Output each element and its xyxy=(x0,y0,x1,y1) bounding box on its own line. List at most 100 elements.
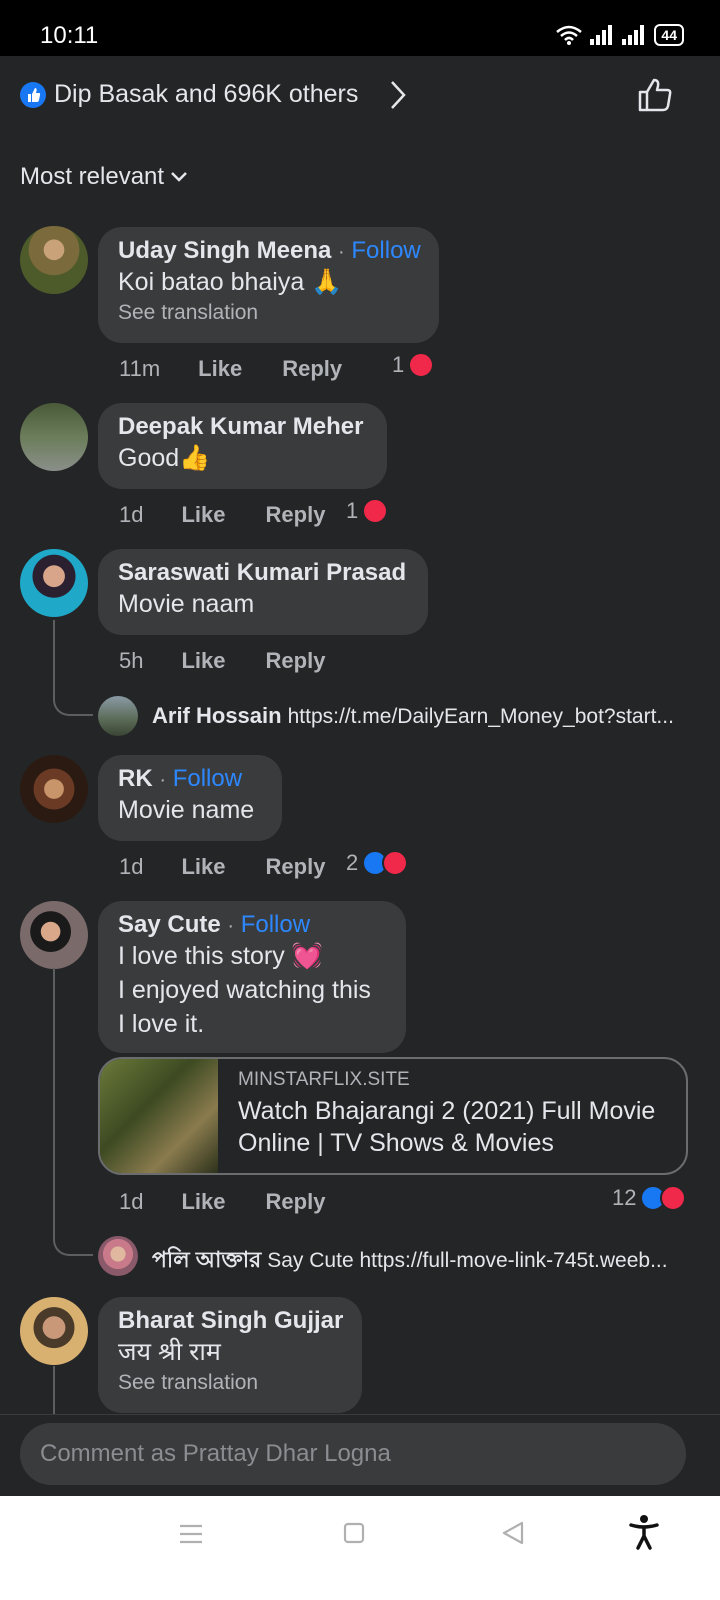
system-nav-bar xyxy=(0,1496,720,1600)
follow-button[interactable]: Follow xyxy=(351,237,420,264)
comment-input[interactable]: Comment as Prattay Dhar Logna xyxy=(20,1423,686,1485)
comment-author[interactable]: Uday Singh Meena xyxy=(118,237,331,264)
reply-text: https://t.me/DailyEarn_Money_bot?start..… xyxy=(287,705,674,728)
reaction-count[interactable]: 12 xyxy=(612,1185,687,1211)
like-button[interactable]: Like xyxy=(198,356,242,382)
comment-text: Movie name xyxy=(118,796,255,824)
like-button[interactable]: Like xyxy=(181,648,225,674)
comment-text-line: I love this story 💓 xyxy=(118,942,323,970)
reply-button[interactable]: Reply xyxy=(266,1189,326,1215)
reaction-count-number: 12 xyxy=(612,1185,637,1210)
reaction-count[interactable]: 1 xyxy=(346,498,389,524)
avatar[interactable] xyxy=(20,755,88,823)
reply-preview[interactable]: Arif Hossain https://t.me/DailyEarn_Money… xyxy=(152,703,687,729)
thread-connector xyxy=(53,696,93,716)
like-button-icon[interactable] xyxy=(636,76,674,114)
comment-bubble[interactable]: RK · Follow Movie name xyxy=(98,755,282,841)
comment-composer-bar: Comment as Prattay Dhar Logna xyxy=(0,1414,720,1496)
avatar[interactable] xyxy=(20,1297,88,1365)
link-thumbnail xyxy=(100,1059,218,1173)
separator-dot: · xyxy=(159,769,167,791)
reply-button[interactable]: Reply xyxy=(266,854,326,880)
comment-timestamp: 1d xyxy=(119,854,144,879)
link-preview-card[interactable]: MINSTARFLIX.SITE Watch Bhajarangi 2 (202… xyxy=(98,1057,688,1175)
like-reaction-icon xyxy=(20,82,46,108)
reaction-count-number: 1 xyxy=(392,352,405,377)
reaction-count-number: 1 xyxy=(346,498,359,523)
link-domain: MINSTARFLIX.SITE xyxy=(238,1069,410,1090)
avatar[interactable] xyxy=(20,549,88,617)
chevron-down-icon xyxy=(171,172,187,182)
status-icons: 44 xyxy=(556,24,684,46)
avatar[interactable] xyxy=(20,226,88,294)
comment-timestamp: 11m xyxy=(119,356,161,381)
reactions-summary[interactable]: Dip Basak and 696K others xyxy=(20,76,700,116)
comment-bubble[interactable]: Uday Singh Meena · Follow Koi batao bhai… xyxy=(98,227,439,343)
signal-icon xyxy=(590,25,613,45)
like-button[interactable]: Like xyxy=(181,854,225,880)
comment-timestamp: 5h xyxy=(119,648,144,673)
home-icon[interactable] xyxy=(342,1521,366,1545)
sort-label: Most relevant xyxy=(20,163,165,190)
separator-dot: · xyxy=(338,241,345,263)
reaction-count[interactable]: 1 xyxy=(392,352,435,378)
comment-bubble[interactable]: Deepak Kumar Meher Good👍 xyxy=(98,403,387,489)
status-time: 10:11 xyxy=(40,22,99,49)
comment-bubble[interactable]: Say Cute · Follow I love this story 💓 I … xyxy=(98,901,406,1053)
comment-bubble[interactable]: Bharat Singh Gujjar जय श्री राम See tran… xyxy=(98,1297,362,1413)
battery-indicator: 44 xyxy=(654,24,684,46)
heart-icon xyxy=(408,352,435,378)
comment-author[interactable]: Saraswati Kumari Prasad xyxy=(118,559,406,586)
reaction-summary-text: Dip Basak and 696K others xyxy=(54,80,359,108)
comment-text: जय श्री राम xyxy=(118,1338,221,1366)
comment-actions: 11m Like Reply xyxy=(119,356,382,382)
follow-button[interactable]: Follow xyxy=(173,765,242,792)
comment-actions: 1d Like Reply xyxy=(119,854,365,880)
menu-icon[interactable] xyxy=(178,1522,204,1546)
comment-bubble[interactable]: Saraswati Kumari Prasad Movie naam xyxy=(98,549,428,635)
comment-timestamp: 1d xyxy=(119,1189,144,1214)
heart-icon xyxy=(362,498,389,524)
reply-button[interactable]: Reply xyxy=(266,502,326,528)
like-button[interactable]: Like xyxy=(181,1189,225,1215)
avatar[interactable] xyxy=(20,403,88,471)
comment-text: Koi batao bhaiya 🙏 xyxy=(118,268,343,296)
reply-button[interactable]: Reply xyxy=(266,648,326,674)
thread-line xyxy=(53,1366,55,1416)
comment-text-line: I enjoyed watching this xyxy=(118,976,371,1004)
comment-actions: 5h Like Reply xyxy=(119,648,365,674)
see-translation-link[interactable]: See translation xyxy=(118,1371,342,1395)
back-icon[interactable] xyxy=(500,1520,526,1546)
status-bar: 10:11 44 xyxy=(0,0,720,56)
reply-author[interactable]: পলি আক্তার xyxy=(152,1247,261,1272)
comment-actions: 1d Like Reply xyxy=(119,1189,365,1215)
thread-connector xyxy=(53,1236,93,1256)
reply-text: Say Cute https://full-move-link-745t.wee… xyxy=(267,1249,668,1272)
wifi-icon xyxy=(556,25,583,45)
comment-actions: 1d Like Reply xyxy=(119,502,365,528)
comment-author[interactable]: Deepak Kumar Meher xyxy=(118,413,363,440)
follow-button[interactable]: Follow xyxy=(241,911,310,938)
avatar[interactable] xyxy=(20,901,88,969)
signal-icon-2 xyxy=(622,25,645,45)
reply-author[interactable]: Arif Hossain xyxy=(152,703,282,728)
separator-dot: · xyxy=(227,915,235,937)
reply-preview[interactable]: পলি আক্তার Say Cute https://full-move-lin… xyxy=(152,1243,687,1280)
reaction-count-number: 2 xyxy=(346,850,359,875)
heart-icon xyxy=(660,1185,687,1211)
see-translation-link[interactable]: See translation xyxy=(118,301,419,325)
comment-author[interactable]: RK xyxy=(118,765,153,792)
like-button[interactable]: Like xyxy=(181,502,225,528)
accessibility-icon[interactable] xyxy=(628,1514,660,1550)
chevron-right-icon xyxy=(391,81,406,109)
thread-line xyxy=(53,620,55,700)
comment-author[interactable]: Say Cute xyxy=(118,911,221,938)
comment-author[interactable]: Bharat Singh Gujjar xyxy=(118,1307,343,1334)
reaction-count[interactable]: 2 xyxy=(346,850,409,876)
reply-avatar[interactable] xyxy=(98,696,138,736)
reply-avatar[interactable] xyxy=(98,1236,138,1276)
comment-text-line: I love it. xyxy=(118,1010,205,1038)
reply-button[interactable]: Reply xyxy=(282,356,342,382)
comment-text: Good👍 xyxy=(118,444,211,472)
sort-dropdown[interactable]: Most relevant xyxy=(20,163,188,191)
